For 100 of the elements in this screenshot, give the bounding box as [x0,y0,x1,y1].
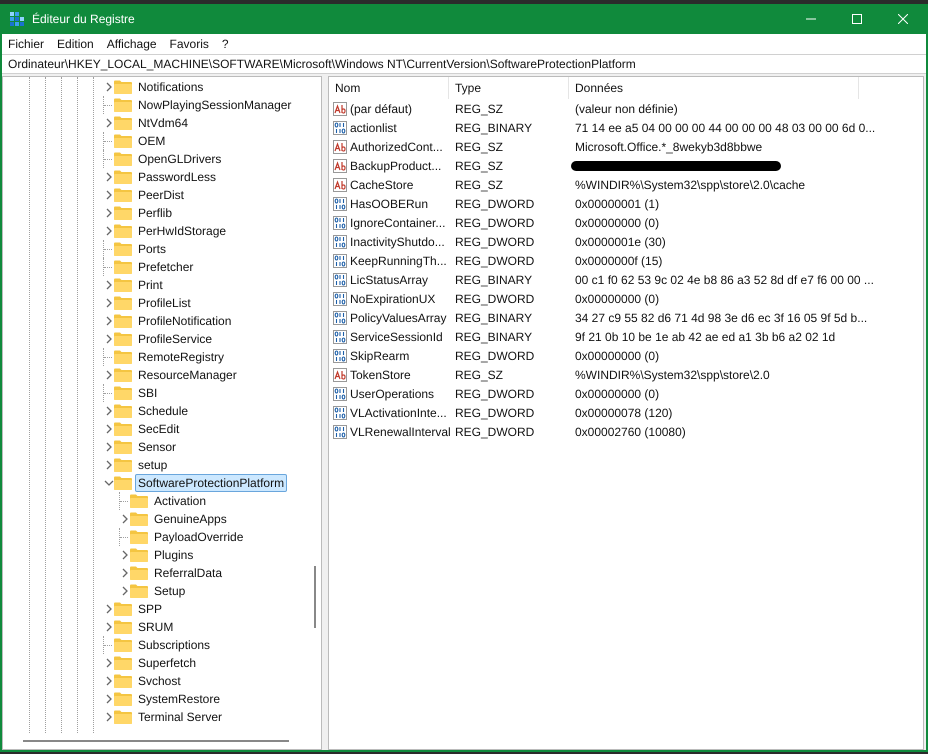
value-data-cell: %WINDIR%\System32\spp\store\2.0\cache [575,178,806,192]
menu-item[interactable]: Favoris [170,35,209,53]
folder-icon [130,512,148,526]
tree-item[interactable]: Activation [151,492,210,510]
value-data-cell: 0x00000000 (0) [575,386,660,400]
folder-icon [114,242,132,256]
vertical-scrollbar-thumb[interactable] [314,566,316,628]
tree-item[interactable]: SystemRestore [135,690,224,708]
value-type-cell-text: REG_SZ [454,138,504,156]
tree-item[interactable]: Print [135,276,166,294]
value-type-cell-text: REG_DWORD [454,214,536,232]
value-data-cell: 0x0000001e (30) [575,234,666,248]
folder-icon [114,440,132,454]
tree-item[interactable]: SPP [135,600,166,618]
value-name-cell[interactable]: PolicyValuesArray [350,308,446,326]
folder-icon [114,98,132,112]
tree-item[interactable]: Sensor [135,438,180,456]
tree-item[interactable]: Ports [135,240,170,258]
column-header[interactable]: Données [569,77,859,99]
tree-item[interactable]: RemoteRegistry [135,348,228,366]
tree-item[interactable]: ReferralData [151,564,226,582]
binary-value-icon [333,330,347,344]
value-data-cell: 71 14 ee a5 04 00 00 00 44 00 00 00 48 03 00 00 6d 0... [575,120,876,134]
address-bar[interactable]: Ordinateur\HKEY_LOCAL_MACHINE\SOFTWARE\Microsoft\Windows NT\CurrentVersion\SoftwareProtectionPlatform [2,54,926,74]
value-name-cell[interactable]: (par défaut) [350,100,412,118]
tree-item[interactable]: OpenGLDrivers [135,150,224,168]
value-name-cell[interactable]: IgnoreContainer... [350,214,446,232]
tree-item[interactable]: Notifications [135,78,206,96]
menu-item[interactable]: Edition [57,35,94,53]
tree-item[interactable]: OEM [135,132,168,150]
value-name-cell[interactable]: actionlist [350,118,397,136]
value-name-cell[interactable]: VLActivationInte... [350,404,447,422]
tree-item[interactable]: Schedule [135,402,192,420]
horizontal-scrollbar-thumb[interactable] [23,740,289,742]
folder-icon [114,296,132,310]
value-name-cell[interactable]: InactivityShutdo... [350,232,445,250]
tree-item[interactable]: ProfileList [135,294,194,312]
folder-icon [114,638,132,652]
tree-item[interactable]: Svchost [135,672,184,690]
value-data-cell: %WINDIR%\System32\spp\store\2.0 [575,368,770,382]
binary-value-icon [333,386,347,400]
registry-app-icon [10,12,24,26]
value-name-cell[interactable]: NoExpirationUX [350,290,436,308]
binary-value-icon [333,310,347,324]
binary-value-icon [333,348,347,362]
value-type-cell-text: REG_DWORD [454,234,536,250]
tree-item[interactable]: Perflib [135,204,176,222]
value-data-cell: Microsoft.Office.*_8wekyb3d8bbwe [575,140,762,154]
tree-item[interactable]: SBI [135,384,160,402]
value-name-cell[interactable]: LicStatusArray [350,270,428,288]
value-type-cell-text: REG_SZ [454,366,504,384]
tree-item[interactable]: SecEdit [135,420,182,438]
value-data-cell: 0x00000001 (1) [575,196,660,210]
folder-icon [114,458,132,472]
tree-item[interactable]: Prefetcher [135,258,196,276]
value-type-cell-text: REG_SZ [454,100,504,118]
tree-item[interactable]: PeerDist [135,186,188,204]
menu-item[interactable]: ? [222,35,229,53]
value-name-cell[interactable]: TokenStore [350,366,411,384]
tree-item[interactable]: NtVdm64 [135,114,192,132]
tree-item[interactable]: SoftwareProtectionPlatform [135,474,288,492]
tree-item[interactable]: GenuineApps [151,510,230,528]
value-name-cell[interactable]: AuthorizedCont... [350,138,443,156]
value-name-cell[interactable]: HasOOBERun [350,194,428,212]
value-data-cell: 34 27 c9 55 82 d6 71 4d 98 3e d6 ec 3f 16 05 9f 5d b... [575,310,868,324]
folder-icon [114,602,132,616]
value-name-cell[interactable]: ServiceSessionId [350,328,443,346]
tree-item[interactable]: Superfetch [135,654,200,672]
value-data-cell: 0x0000000f (15) [575,254,662,268]
binary-value-icon [333,406,347,420]
tree-item[interactable]: PasswordLess [135,168,220,186]
value-name-cell[interactable]: VLRenewalInterval [350,422,451,440]
tree-item[interactable]: Setup [151,582,188,600]
value-type-cell-text: REG_DWORD [454,196,536,212]
value-data-cell: 0x00002760 (10080) [575,424,686,438]
tree-item[interactable]: ResourceManager [135,366,240,384]
value-name-cell[interactable]: SkipRearm [350,346,410,364]
string-value-icon [333,178,347,192]
tree-item[interactable]: Subscriptions [135,636,214,654]
tree-item[interactable]: NowPlayingSessionManager [135,96,294,114]
menu-item[interactable]: Fichier [8,35,44,53]
tree-item[interactable]: Plugins [151,546,196,564]
value-type-cell-text: REG_BINARY [454,120,534,136]
tree-item[interactable]: PayloadOverride [151,528,246,546]
tree-item[interactable]: ProfileNotification [135,312,234,330]
folder-icon [114,674,132,688]
binary-value-icon [333,254,347,268]
value-name-cell[interactable]: CacheStore [350,176,414,194]
value-name-cell[interactable]: KeepRunningTh... [350,252,447,270]
tree-item[interactable]: Terminal Server [135,708,226,726]
tree-item[interactable]: setup [135,456,170,474]
tree-item[interactable]: SRUM [135,618,176,636]
column-header[interactable]: Type [449,77,569,99]
tree-item[interactable]: ProfileService [135,330,216,348]
menu-item[interactable]: Affichage [106,35,157,53]
tree-item[interactable]: PerHwIdStorage [135,222,230,240]
column-header[interactable]: Nom [329,77,449,99]
value-name-cell[interactable]: UserOperations [350,384,434,402]
folder-icon [114,656,132,670]
value-name-cell[interactable]: BackupProduct... [350,156,442,174]
